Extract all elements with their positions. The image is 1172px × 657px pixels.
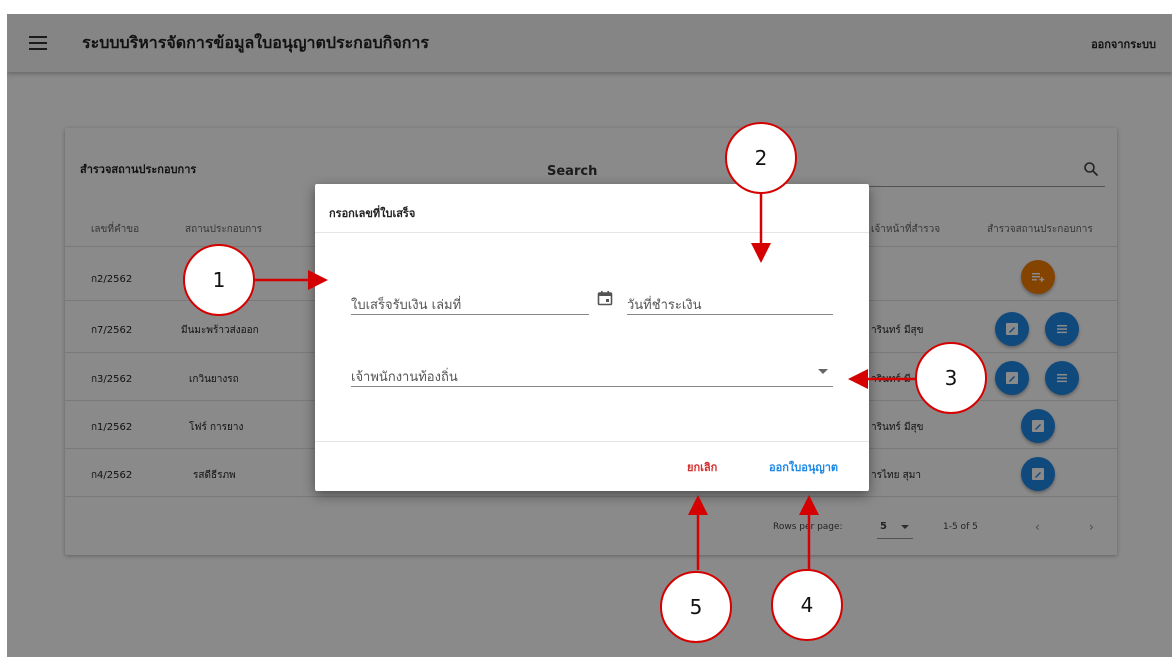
annotation-arrows [255,194,915,570]
annotation-3: 3 [915,342,987,414]
annotation-4: 4 [771,569,843,641]
app-window: ระบบบริหารจัดการข้อมูลใบอนุญาตประกอบกิจก… [7,14,1172,657]
annotation-1: 1 [183,244,255,316]
annotation-5: 5 [660,571,732,643]
annotation-2: 2 [725,122,797,194]
